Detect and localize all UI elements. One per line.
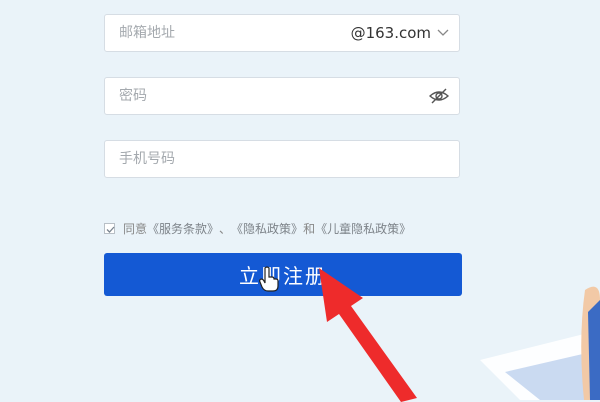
hand-pointer-icon (259, 266, 279, 292)
password-input[interactable] (119, 78, 339, 114)
phone-field[interactable] (104, 140, 460, 178)
red-arrow (319, 268, 417, 402)
agree-and: 和 (303, 222, 316, 236)
email-field[interactable]: @163.com (104, 14, 460, 52)
agreement-row: 同意 《服务条款》 、 《隐私政策》 和 《儿童隐私政策》 (104, 220, 411, 237)
agree-checkbox[interactable] (104, 223, 115, 234)
email-input[interactable] (119, 15, 339, 51)
child-privacy-link[interactable]: 《儿童隐私政策》 (315, 220, 411, 237)
agree-separator: 、 (219, 222, 232, 236)
phone-input[interactable] (119, 141, 339, 177)
domain-select[interactable]: @163.com (351, 15, 449, 51)
chevron-down-icon (437, 29, 449, 36)
domain-value: @163.com (350, 24, 431, 42)
checkmark-icon (106, 226, 115, 233)
password-field[interactable] (104, 77, 460, 115)
agree-prefix: 同意 (123, 222, 148, 236)
terms-link[interactable]: 《服务条款》 (147, 220, 219, 237)
eye-slash-icon[interactable] (429, 88, 449, 104)
privacy-link[interactable]: 《隐私政策》 (231, 220, 303, 237)
decorative-illustration (480, 286, 600, 400)
